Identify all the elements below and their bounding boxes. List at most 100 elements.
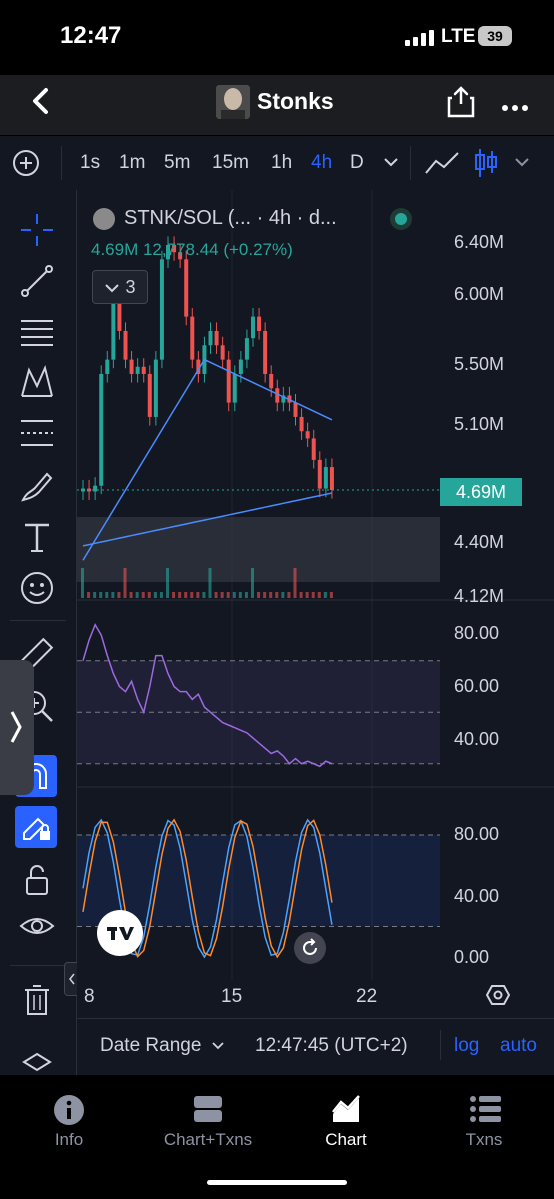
timeframe-d[interactable]: D [350, 152, 364, 174]
candle-body [238, 359, 243, 374]
stoch-tick: 40.00 [454, 886, 500, 906]
timeframe-4h[interactable]: 4h [311, 152, 332, 174]
candle-body [317, 459, 322, 489]
prediction-icon[interactable] [17, 413, 57, 453]
candle-body [147, 373, 152, 417]
volume-bar [287, 592, 291, 598]
trendline-icon[interactable] [17, 261, 57, 301]
line-chart-icon[interactable] [424, 149, 460, 182]
timeframe-15m[interactable]: 15m [212, 152, 249, 174]
candle-body [323, 467, 328, 489]
chart-icon [331, 1094, 361, 1129]
volume-bar [263, 592, 267, 598]
crosshair-icon[interactable] [17, 210, 57, 250]
candle-body [123, 330, 128, 360]
volume-bar [141, 592, 145, 598]
volume-bar [311, 592, 315, 598]
volume-bar [105, 592, 109, 598]
candle-body [111, 302, 116, 360]
eye-icon[interactable] [17, 908, 57, 948]
volume-bar [123, 568, 127, 598]
candle-body [251, 316, 255, 339]
symbol-legend[interactable]: STNK/SOL (... · 4h · d... [124, 207, 337, 230]
split-view-icon [193, 1094, 223, 1129]
pattern-icon[interactable] [17, 362, 57, 402]
tab-label: Txns [465, 1130, 503, 1149]
tab-label: Info [54, 1130, 84, 1149]
candle-body [93, 485, 98, 492]
volume-bar [305, 592, 309, 598]
candle-body [135, 366, 140, 374]
volume-bar [257, 592, 261, 598]
status-time: 12:47 [60, 22, 122, 49]
text-icon[interactable] [17, 517, 57, 557]
tab-info[interactable]: Info [9, 1090, 129, 1150]
tab-chart[interactable]: Chart [286, 1090, 406, 1150]
settings-hex-icon[interactable] [485, 983, 511, 1012]
volume-bar [202, 592, 206, 598]
auto-toggle[interactable]: auto [500, 1035, 537, 1057]
log-toggle[interactable]: log [454, 1035, 479, 1057]
timeframe-1m[interactable]: 1m [119, 152, 145, 174]
candle-body [184, 259, 189, 317]
tab-txns[interactable]: Txns [424, 1090, 544, 1150]
date-tick: 22 [356, 986, 378, 1007]
fib-retracement-icon[interactable] [17, 311, 57, 351]
emoji-icon[interactable] [17, 568, 57, 608]
brush-icon[interactable] [17, 466, 57, 506]
candle-body [305, 431, 310, 439]
volume-bar [81, 568, 84, 598]
page-title: Stonks [257, 88, 334, 114]
more-icon[interactable] [502, 88, 528, 120]
candle-body [141, 366, 146, 374]
volume-bar [323, 592, 327, 598]
volume-bar [244, 592, 248, 598]
timeframe-1h[interactable]: 1h [271, 152, 292, 174]
timeframe-5m[interactable]: 5m [164, 152, 190, 174]
price-tick: 4.12M [454, 586, 505, 606]
side-panel-handle[interactable] [0, 660, 34, 795]
volume-bar [275, 592, 279, 598]
add-indicator-icon[interactable] [12, 149, 40, 182]
info-icon [53, 1094, 85, 1131]
price-zone [77, 517, 440, 582]
volume-bar [208, 568, 212, 598]
token-avatar [216, 85, 250, 119]
volume-bar [269, 592, 273, 598]
share-icon[interactable] [446, 84, 476, 118]
reset-chart-icon[interactable] [294, 932, 326, 964]
unlock-icon[interactable] [17, 860, 57, 900]
back-icon[interactable] [26, 86, 56, 116]
date-range-button[interactable]: Date Range [100, 1035, 225, 1057]
volume-bar [214, 592, 218, 598]
list-icon [469, 1094, 501, 1129]
indicators-count: 3 [125, 277, 136, 297]
volume-bar [147, 592, 151, 598]
network-label: LTE [441, 26, 476, 47]
timeframe-1s[interactable]: 1s [80, 152, 100, 174]
candle-body [220, 345, 225, 360]
candle-body [226, 359, 231, 403]
chart-clock[interactable]: 12:47:45 (UTC+2) [255, 1035, 408, 1057]
volume-bar [99, 592, 103, 598]
volume-bar [281, 592, 285, 598]
candlestick-icon[interactable] [473, 147, 499, 184]
tradingview-logo[interactable] [97, 910, 143, 956]
bottom-divider [440, 1030, 441, 1060]
chevron-down-icon[interactable] [383, 155, 399, 173]
volume-bar [117, 592, 121, 598]
chevron-down-icon[interactable] [514, 155, 530, 173]
tab-label: Chart [325, 1130, 367, 1149]
candle-body [99, 373, 104, 486]
indicators-toggle[interactable]: 3 [92, 270, 148, 304]
volume-bar [135, 592, 139, 598]
tab-chart-txns[interactable]: Chart+Txns [148, 1090, 268, 1150]
volume-bar [159, 592, 163, 598]
volume-bar [93, 592, 97, 598]
candle-body [244, 338, 249, 360]
volume-bar [196, 592, 200, 598]
candle-body [129, 359, 134, 374]
trash-icon[interactable] [17, 980, 57, 1020]
candle-body [190, 316, 195, 360]
lock-drawing-icon[interactable] [15, 806, 57, 848]
